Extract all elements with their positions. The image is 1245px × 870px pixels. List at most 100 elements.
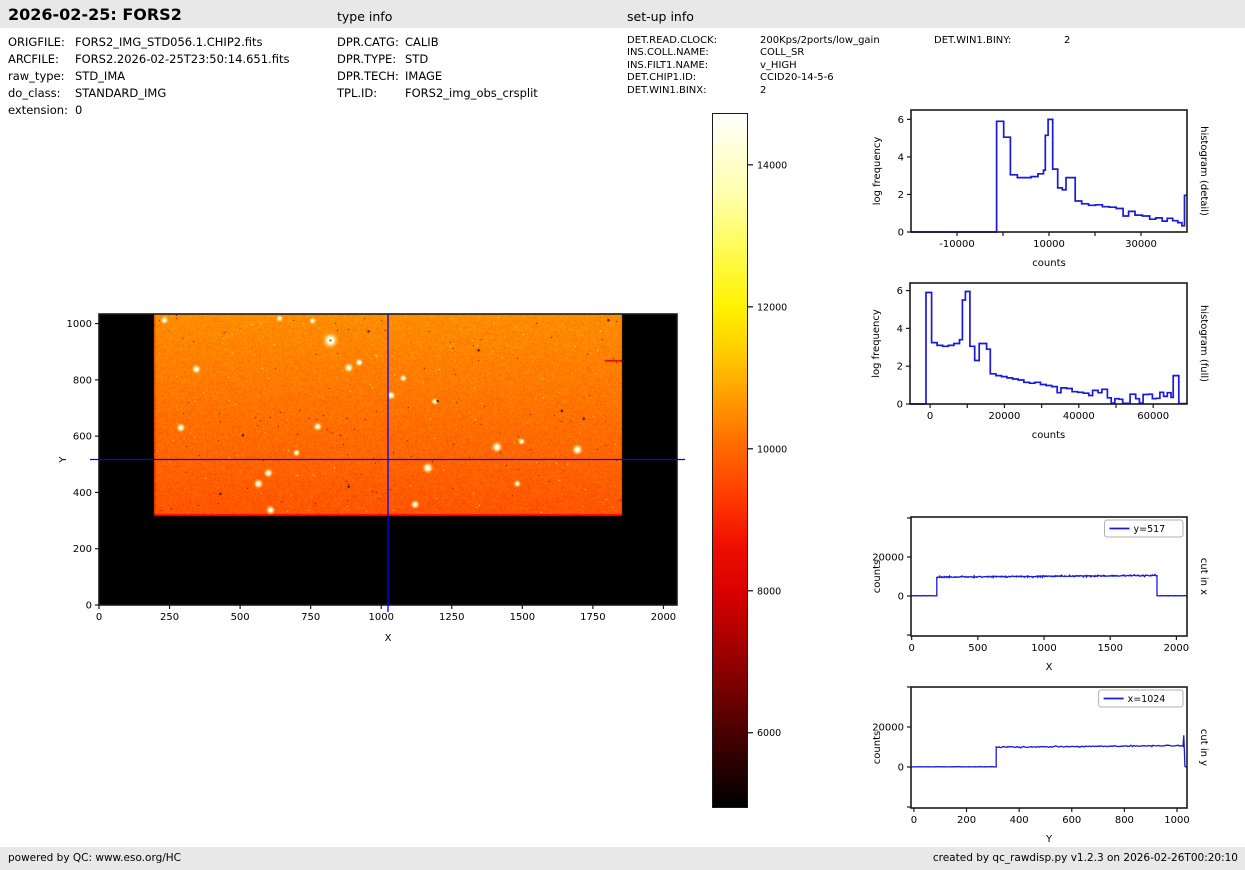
x-tick-label: 1500 — [1097, 643, 1122, 654]
cut-y-plot-ylabel: counts — [872, 731, 883, 764]
cut-x-plot-ylabel: counts — [872, 560, 883, 593]
cut-y-plot-right-label: cut in y — [1198, 729, 1209, 766]
x-tick-label: 2000 — [651, 612, 676, 623]
x-tick-label: 600 — [1062, 815, 1081, 826]
qc-report-page: 2026-02-25: FORS2 type info set-up info … — [0, 0, 1245, 870]
colorbar-tick-label: 12000 — [757, 302, 787, 313]
y-tick-label: 0 — [898, 763, 904, 774]
y-tick-label: 0 — [898, 228, 904, 239]
hist-detail-plot-right-label: histogram (detail) — [1198, 126, 1209, 216]
colorbar-tick-label: 14000 — [757, 160, 787, 171]
y-tick-label: 400 — [73, 488, 92, 499]
cut-y-plot-frame — [910, 686, 1188, 809]
setup-info-row: DET.READ.CLOCK: 200Kps/2ports/low_gain — [627, 35, 880, 46]
info-label: DPR.CATG: — [337, 35, 399, 49]
x-tick-label: 800 — [1115, 815, 1134, 826]
cut-x-plot-frame — [910, 516, 1188, 637]
info-label: TPL.ID: — [337, 86, 378, 100]
footer-left: powered by QC: www.eso.org/HC — [8, 852, 182, 864]
hist_detail-series — [911, 118, 1187, 233]
info-value: 2 — [760, 85, 767, 96]
y-tick-label: 0 — [86, 601, 92, 612]
footer-right: created by qc_rawdisp.py v1.2.3 on 2026-… — [932, 852, 1238, 864]
info-label: INS.COLL.NAME: — [627, 47, 709, 58]
section-label-type-info: type info — [337, 9, 393, 24]
info-value: 200Kps/2ports/low_gain — [760, 35, 880, 46]
x-tick-label: 500 — [231, 612, 250, 623]
info-label: do_class: — [8, 86, 61, 100]
x-tick-label: 20000 — [989, 411, 1021, 422]
info-label: ARCFILE: — [8, 52, 59, 66]
info-value: COLL_SR — [760, 47, 805, 58]
file-info-row: ORIGFILE: FORS2_IMG_STD056.1.CHIP2.fits — [8, 36, 262, 49]
x-tick-label: 2000 — [1164, 643, 1189, 654]
x-tick-label: 0 — [908, 643, 914, 654]
x-tick-label: 60000 — [1137, 411, 1169, 422]
main-image-plot-ylabel: Y — [58, 456, 69, 464]
header-bar — [0, 0, 1245, 28]
hist_full-series — [910, 290, 1187, 405]
colorbar-tick-label: 10000 — [757, 444, 787, 455]
x-tick-label: 750 — [301, 612, 320, 623]
y-tick-label: 20000 — [872, 723, 904, 734]
x-tick-label: 1000 — [369, 612, 394, 623]
info-value: 2 — [1064, 35, 1071, 46]
hist-full-plot-axes — [906, 282, 1188, 408]
file-info-row: do_class: STANDARD_IMG — [8, 87, 166, 100]
info-label: DET.READ.CLOCK: — [627, 35, 718, 46]
setup-info-row: DET.CHIP1.ID: CCID20-14-5-6 — [627, 72, 834, 83]
y-tick-label: 0 — [897, 400, 903, 411]
info-value: FORS2_IMG_STD056.1.CHIP2.fits — [75, 35, 263, 49]
x-tick-label: 1500 — [510, 612, 535, 623]
y-tick-label: 1000 — [67, 319, 92, 330]
main-image — [99, 314, 677, 605]
page-title: 2026-02-25: FORS2 — [8, 5, 182, 24]
hist-full-plot-right-label: histogram (full) — [1198, 305, 1209, 382]
info-value: STANDARD_IMG — [75, 86, 167, 100]
y-tick-label: 6 — [898, 115, 904, 126]
type-info-row: TPL.ID: FORS2_img_obs_crsplit — [337, 87, 538, 100]
cut-x-plot-axes — [907, 516, 1188, 640]
cut-y-plot-axes — [907, 686, 1188, 812]
cut-x-plot-right-label: cut in x — [1198, 558, 1209, 595]
cut_y-legend-box — [1098, 689, 1184, 708]
type-info-row: DPR.CATG: CALIB — [337, 36, 439, 49]
info-label: extension: — [8, 103, 68, 117]
y-tick-label: 600 — [73, 432, 92, 443]
info-label: DET.WIN1.BINX: — [627, 85, 707, 96]
info-value: CALIB — [405, 35, 439, 49]
x-tick-label: 200 — [957, 815, 976, 826]
colorbar-tick-label: 8000 — [757, 586, 781, 597]
type-info-row: DPR.TECH: IMAGE — [337, 70, 442, 83]
info-label: DET.WIN1.BINY: — [934, 35, 1012, 46]
info-label: INS.FILT1.NAME: — [627, 60, 709, 71]
file-info-row: raw_type: STD_IMA — [8, 70, 125, 83]
info-value: STD_IMA — [75, 69, 126, 83]
x-tick-label: 1250 — [439, 612, 464, 623]
cut_y-legend-label: x=1024 — [1128, 694, 1166, 705]
cut_x-series — [910, 573, 1188, 597]
type-info-row: DPR.TYPE: STD — [337, 53, 428, 66]
info-label: DET.CHIP1.ID: — [627, 72, 697, 83]
info-label: DPR.TYPE: — [337, 52, 397, 66]
file-info-row: ARCFILE: FORS2.2026-02-25T23:50:14.651.fi… — [8, 53, 289, 66]
setup-info-row: DET.WIN1.BINX: 2 — [627, 85, 766, 96]
y-tick-label: 6 — [897, 286, 903, 297]
x-tick-label: 250 — [160, 612, 179, 623]
hist-full-plot-ylabel: log frequency — [871, 309, 882, 378]
section-label-setup-info: set-up info — [627, 9, 694, 24]
info-value: 0 — [75, 103, 83, 117]
x-tick-label: 1000 — [1031, 643, 1056, 654]
info-value: v_HIGH — [760, 60, 797, 71]
x-tick-label: 0 — [911, 815, 917, 826]
hist-detail-plot-frame — [910, 109, 1188, 233]
hist-full-plot-xlabel: counts — [1032, 430, 1065, 441]
x-tick-label: 0 — [96, 612, 102, 623]
info-label: raw_type: — [8, 69, 65, 83]
x-tick-label: 400 — [1010, 815, 1029, 826]
info-value: FORS2_img_obs_crsplit — [405, 86, 538, 100]
info-value: STD — [405, 52, 429, 66]
x-tick-label: 0 — [927, 411, 933, 422]
setup-info-row: DET.WIN1.BINY: 2 — [934, 35, 1070, 46]
x-tick-label: 10000 — [1033, 239, 1065, 250]
